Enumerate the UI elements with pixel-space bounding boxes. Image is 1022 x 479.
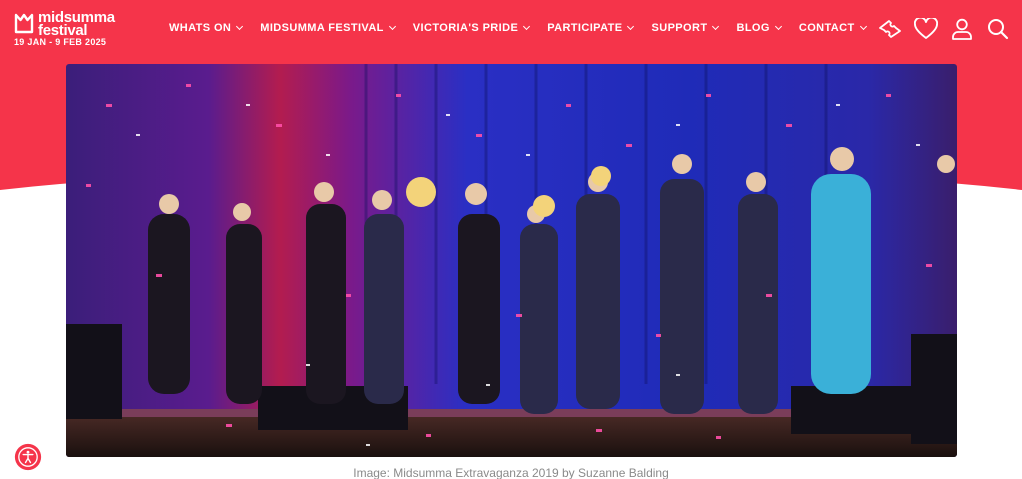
nav-item-label: PARTICIPATE: [547, 22, 623, 34]
user-icon[interactable]: [950, 17, 974, 41]
image-caption: Image: Midsumma Extravaganza 2019 by Suz…: [353, 466, 669, 479]
hero-image: [66, 64, 957, 457]
nav-item-contact[interactable]: CONTACT: [798, 22, 867, 34]
nav-item-midsumma-festival[interactable]: MIDSUMMA FESTIVAL: [260, 22, 396, 34]
ticket-icon[interactable]: [878, 17, 902, 41]
page: midsumma festival 19 JAN - 9 FEB 2025 WH…: [0, 0, 1022, 479]
nav-item-label: CONTACT: [798, 22, 855, 34]
site-header: midsumma festival 19 JAN - 9 FEB 2025 WH…: [0, 0, 1022, 62]
nav-item-label: VICTORIA'S PRIDE: [412, 22, 519, 34]
nav-item-victorias-pride[interactable]: VICTORIA'S PRIDE: [412, 22, 531, 34]
chevron-down-icon: [388, 22, 396, 31]
heart-icon[interactable]: [914, 17, 938, 41]
logo-mark-icon: [14, 13, 34, 34]
festival-dates: 19 JAN - 9 FEB 2025: [14, 37, 107, 47]
accessibility-button[interactable]: [12, 441, 44, 473]
chevron-down-icon: [627, 22, 635, 31]
chevron-down-icon: [236, 22, 244, 31]
chevron-down-icon: [523, 22, 531, 31]
accessibility-icon: [14, 443, 42, 471]
main-nav: WHATS ON MIDSUMMA FESTIVAL VICTORIA'S PR…: [169, 22, 884, 34]
header-actions: [878, 17, 1010, 41]
nav-item-blog[interactable]: BLOG: [736, 22, 782, 34]
midsumma-logo[interactable]: midsumma festival 19 JAN - 9 FEB 2025: [14, 10, 124, 51]
nav-item-label: WHATS ON: [169, 22, 232, 34]
nav-item-label: BLOG: [736, 22, 770, 34]
logo-wordmark: midsumma festival: [38, 9, 115, 39]
chevron-down-icon: [774, 22, 782, 31]
nav-item-label: SUPPORT: [651, 22, 708, 34]
search-icon[interactable]: [986, 17, 1010, 41]
chevron-down-icon: [712, 22, 720, 31]
nav-item-participate[interactable]: PARTICIPATE: [547, 22, 635, 34]
nav-item-support[interactable]: SUPPORT: [651, 22, 720, 34]
nav-item-whats-on[interactable]: WHATS ON: [169, 22, 244, 34]
nav-item-label: MIDSUMMA FESTIVAL: [260, 22, 384, 34]
chevron-down-icon: [859, 22, 867, 31]
